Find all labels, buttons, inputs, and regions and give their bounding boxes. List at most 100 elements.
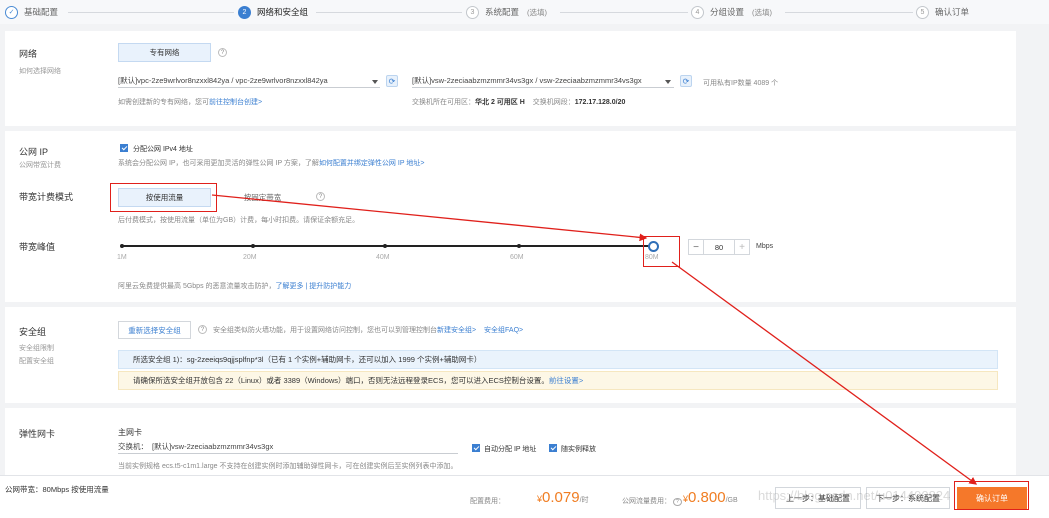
release-with-instance-checkbox[interactable] <box>549 444 557 452</box>
step-number: 3 <box>466 5 479 19</box>
step-label: 确认订单 <box>935 7 970 17</box>
zone-label: 交换机所在可用区： <box>412 99 475 106</box>
bandwidth-slider-track[interactable] <box>122 245 654 247</box>
eni-vswitch-label: 交换机： <box>118 442 148 451</box>
slider-tick-label: 1M <box>117 254 127 261</box>
vpc-select-value: [默认]vpc-2ze9wrlvor8nzxxl842ya / vpc-2ze9… <box>118 76 328 85</box>
annotation-box-slider <box>643 236 680 267</box>
zone-value: 华北 2 可用区 H <box>475 99 525 106</box>
bandwidth-title: 带宽峰值 <box>19 242 56 252</box>
config-fee-value: 0.079 <box>542 489 580 506</box>
vswitch-select-value: [默认]vsw-2zeciaabzmzmmr34vs3gx / vsw-2zec… <box>412 76 642 85</box>
billing-by-bandwidth-button[interactable]: 按固定带宽 <box>216 188 309 207</box>
security-sub1: 安全组限制 <box>19 345 54 352</box>
assign-ipv4-label: 分配公网 IPv4 地址 <box>133 146 193 153</box>
bandwidth-input[interactable]: 80 <box>704 239 734 255</box>
traffic-fee-value: 0.800 <box>688 489 726 506</box>
network-help-link[interactable]: 如何选择网络 <box>19 66 61 76</box>
annotation-box-confirm <box>954 481 1029 510</box>
watermark: https://blog.csdn.net/u014490824 <box>758 488 951 503</box>
step-label: 系统配置 <box>485 7 520 17</box>
cidr-value: 172.17.128.0/20 <box>574 99 626 106</box>
ddos-note-text: 阿里云免费提供最高 5Gbps 的恶意流量攻击防护， <box>118 283 276 290</box>
zone-info: 交换机所在可用区：华北 2 可用区 H 交换机网段：172.17.128.0/2… <box>412 97 625 107</box>
eni-vswitch-value: [默认]vsw-2zeciaabzmzmmr34vs3gx <box>152 442 274 451</box>
step-done-check-icon: ✓ <box>5 5 18 19</box>
available-ip-count: 可用私有IP数量 4089 个 <box>703 80 779 87</box>
auto-ip-checkbox[interactable] <box>472 444 480 452</box>
vpc-type-button[interactable]: 专有网络 <box>118 43 211 62</box>
security-desc: 安全组类似防火墙功能，用于设置网络访问控制，您也可以到管理控制台新建安全组> 安… <box>213 325 523 335</box>
help-icon[interactable]: ? <box>673 498 682 506</box>
improve-protection-link[interactable]: 提升防护能力 <box>309 283 351 290</box>
step-connector <box>68 12 234 13</box>
slider-tick-label: 60M <box>510 254 524 261</box>
reselect-security-group-button[interactable]: 重新选择安全组 <box>118 321 191 339</box>
eni-note: 当前实例规格 ecs.t5-c1m1.large 不支持在创建实例时添加辅助弹性… <box>118 463 458 470</box>
help-icon[interactable]: ? <box>218 48 227 57</box>
traffic-fee-label-text: 公网流量费用： <box>622 498 671 505</box>
annotation-box-billing <box>110 183 217 212</box>
create-vpc-link[interactable]: 前往控制台创建> <box>209 99 262 106</box>
config-fee: ¥0.079/时 <box>537 489 589 506</box>
vpc-hint-text: 如需创建新的专有网络，您可 <box>118 99 209 106</box>
step-network[interactable]: 2 网络和安全组 <box>238 5 308 19</box>
bandwidth-unit: Mbps <box>756 243 774 250</box>
step-basic[interactable]: ✓ 基础配置 <box>5 5 58 19</box>
eip-help-link[interactable]: 如何配置并绑定弹性公网 IP 地址> <box>319 160 424 167</box>
help-icon[interactable]: ? <box>198 325 207 334</box>
step-system[interactable]: 3 系统配置 (选填) <box>466 5 547 19</box>
wizard-steps: ✓ 基础配置 2 网络和安全组 3 系统配置 (选填) 4 分组设置 (选填) … <box>0 0 1049 24</box>
network-title: 网络 <box>19 49 38 59</box>
slider-tick-dot <box>251 244 255 248</box>
learn-more-link[interactable]: 了解更多 <box>276 283 304 290</box>
traffic-fee-unit: /GB <box>725 497 738 504</box>
traffic-fee-label: 公网流量费用：? <box>622 496 682 506</box>
selected-security-group: 所选安全组 1)：sg-2zeeiqs9qjjsplfnp*3l（已有 1 个实… <box>118 350 998 369</box>
refresh-icon[interactable]: ⟳ <box>386 75 398 87</box>
step-connector <box>316 12 462 13</box>
help-icon[interactable]: ? <box>316 192 325 201</box>
release-with-instance-label: 随实例释放 <box>561 446 596 453</box>
public-ip-sub: 公网带宽计费 <box>19 162 61 169</box>
auto-ip-label: 自动分配 IP 地址 <box>484 446 537 453</box>
bandwidth-decrement-button[interactable]: − <box>688 239 704 255</box>
go-settings-link[interactable]: 前往设置> <box>549 375 583 386</box>
vswitch-select[interactable]: [默认]vsw-2zeciaabzmzmmr34vs3gx / vsw-2zec… <box>412 74 674 88</box>
config-fee-label: 配置费用： <box>470 498 505 505</box>
step-connector <box>785 12 913 13</box>
security-desc-text: 安全组类似防火墙功能，用于设置网络访问控制，您也可以到管理控制台 <box>213 327 437 334</box>
assign-ipv4-checkbox[interactable] <box>120 144 128 152</box>
step-optional: (选填) <box>527 7 548 17</box>
step-group[interactable]: 4 分组设置 (选填) <box>691 5 772 19</box>
public-ip-desc-text: 系统会分配公网 IP，也可采用更加灵活的弹性公网 IP 方案，了解 <box>118 160 319 167</box>
billing-desc: 后付费模式，按使用流量（单位为GB）计费，每小时扣费。请保证余额充足。 <box>118 217 360 224</box>
chevron-down-icon <box>665 80 671 84</box>
step-number: 4 <box>691 5 704 19</box>
bandwidth-increment-button[interactable]: + <box>734 239 750 255</box>
step-confirm[interactable]: 5 确认订单 <box>916 5 969 19</box>
security-title: 安全组 <box>19 327 47 337</box>
public-ip-title: 公网 IP <box>19 147 49 157</box>
refresh-icon[interactable]: ⟳ <box>680 75 692 87</box>
public-ip-desc: 系统会分配公网 IP，也可采用更加灵活的弹性公网 IP 方案，了解如何配置并绑定… <box>118 158 424 168</box>
eni-title: 弹性网卡 <box>19 429 56 439</box>
step-number: 2 <box>238 5 251 19</box>
footer-bandwidth-summary: 公网带宽：80Mbps 按使用流量 <box>5 485 109 494</box>
slider-tick-label: 40M <box>376 254 390 261</box>
port-warning-text: 请确保所选安全组开放包含 22（Linux）或者 3389（Windows）端口… <box>133 376 549 385</box>
ddos-note: 阿里云免费提供最高 5Gbps 的恶意流量攻击防护，了解更多 | 提升防护能力 <box>118 281 351 291</box>
step-label: 基础配置 <box>24 7 59 17</box>
slider-tick-dot <box>120 244 124 248</box>
step-optional: (选填) <box>752 7 773 17</box>
cidr-label: 交换机网段： <box>532 99 575 106</box>
vpc-hint: 如需创建新的专有网络，您可前往控制台创建> <box>118 97 262 107</box>
vpc-select[interactable]: [默认]vpc-2ze9wrlvor8nzxxl842ya / vpc-2ze9… <box>118 74 380 88</box>
new-security-group-link[interactable]: 新建安全组> <box>437 327 476 334</box>
security-faq-link[interactable]: 安全组FAQ> <box>484 327 523 334</box>
traffic-fee: ¥0.800/GB <box>683 489 738 506</box>
security-sub2: 配置安全组 <box>19 358 54 365</box>
billing-title: 带宽计费模式 <box>19 192 74 202</box>
slider-tick-label: 20M <box>243 254 257 261</box>
chevron-down-icon <box>372 80 378 84</box>
